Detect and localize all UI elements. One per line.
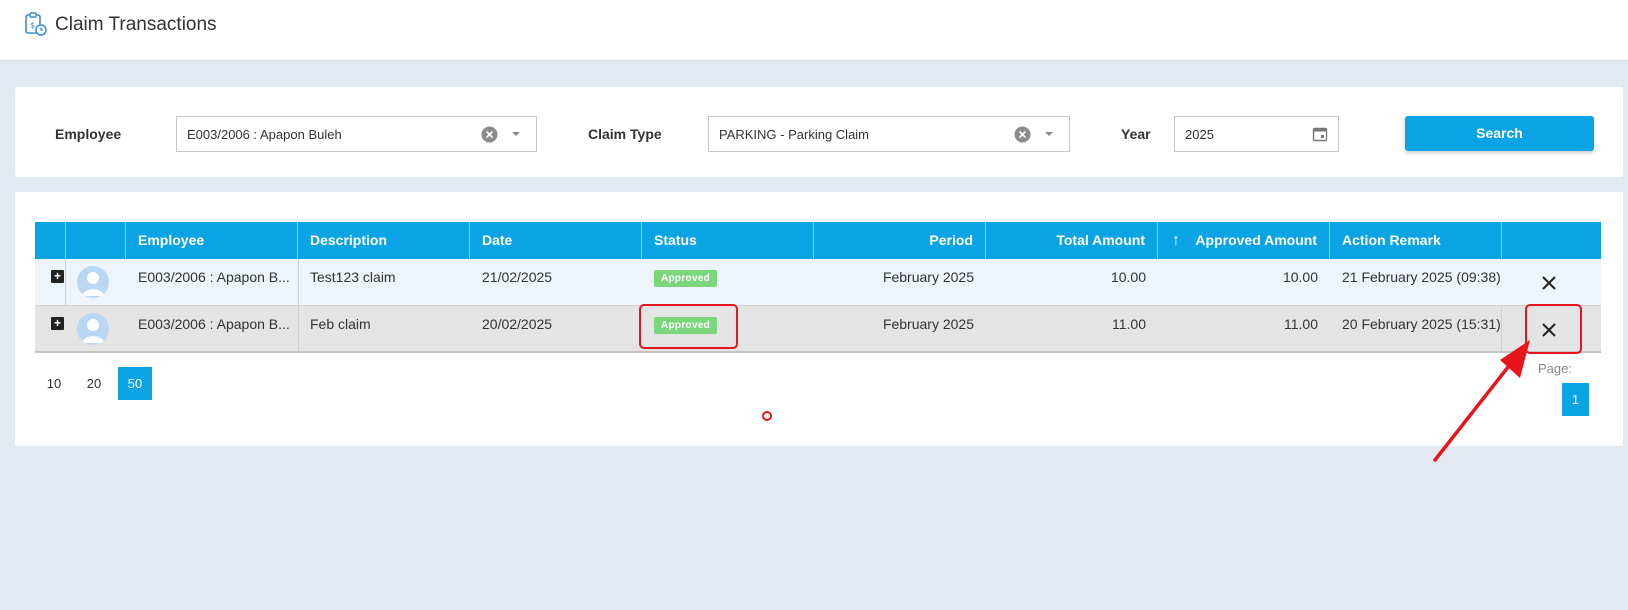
page-size-20[interactable]: 20	[77, 367, 111, 400]
avatar	[77, 266, 109, 298]
header-action-remark[interactable]: Action Remark	[1330, 222, 1502, 259]
cell-period: February 2025	[882, 316, 974, 332]
header-date[interactable]: Date	[470, 222, 642, 259]
cell-approved-amount: 10.00	[1282, 269, 1318, 285]
sort-asc-icon: ↑	[1172, 232, 1180, 249]
header-employee[interactable]: Employee	[126, 222, 298, 259]
header-approved-amount-cell[interactable]: ↑ Approved Amount	[1158, 222, 1330, 259]
expand-row-icon[interactable]: +	[51, 317, 64, 330]
year-input-value: 2025	[1185, 127, 1214, 142]
clipboard-clock-icon: $	[25, 12, 47, 36]
cell-status: Approved	[642, 259, 814, 305]
header-avatar-col	[66, 222, 126, 259]
header-description[interactable]: Description	[298, 222, 470, 259]
clear-icon[interactable]	[1014, 126, 1031, 143]
chevron-down-icon[interactable]	[509, 127, 523, 141]
cell-total-amount: 10.00	[1110, 269, 1146, 285]
annotation-click-marker	[762, 411, 772, 421]
page-title: Claim Transactions	[55, 14, 217, 35]
page-label: Page:	[1538, 361, 1572, 376]
header-expand-col	[35, 222, 66, 259]
header-total-amount[interactable]: Total Amount	[986, 222, 1158, 259]
page-size-10[interactable]: 10	[37, 367, 71, 400]
claim-type-label: Claim Type	[588, 126, 662, 142]
clear-icon[interactable]	[481, 126, 498, 143]
filter-panel: Employee E003/2006 : Apapon Buleh Claim …	[15, 87, 1623, 177]
header-action-col	[1502, 222, 1601, 259]
cell-total-amount: 11.00	[1112, 316, 1146, 332]
header-approved-amount: Approved Amount	[1195, 232, 1317, 248]
top-bar: $ Claim Transactions	[0, 0, 1628, 61]
avatar	[77, 313, 109, 345]
claims-grid-panel: Employee Description Date Status Period …	[15, 192, 1623, 446]
claim-type-select-value: PARKING - Parking Claim	[719, 127, 870, 142]
header-period[interactable]: Period	[814, 222, 986, 259]
year-input[interactable]: 2025	[1174, 116, 1339, 152]
cell-action-remark: 21 February 2025 (09:38) T	[1342, 269, 1502, 285]
employee-label: Employee	[55, 126, 122, 142]
cell-date: 20/02/2025	[482, 316, 553, 332]
employee-select[interactable]: E003/2006 : Apapon Buleh	[176, 116, 537, 152]
page-size-50[interactable]: 50	[118, 367, 152, 400]
header-status[interactable]: Status	[642, 222, 814, 259]
annotation-highlight-status	[639, 304, 738, 349]
table-row[interactable]: + E003/2006 : Apapon B... Test123 claim …	[35, 259, 1601, 306]
year-label: Year	[1121, 126, 1151, 142]
cell-date: 21/02/2025	[482, 269, 553, 285]
employee-select-value: E003/2006 : Apapon Buleh	[187, 127, 342, 142]
cell-approved-amount: 11.00	[1284, 316, 1318, 332]
page-number-1[interactable]: 1	[1562, 383, 1589, 416]
cell-description: Feb claim	[310, 316, 371, 332]
close-icon[interactable]	[1540, 274, 1558, 292]
table-row[interactable]: + E003/2006 : Apapon B... Feb claim 20/0…	[35, 306, 1601, 353]
claim-type-select[interactable]: PARKING - Parking Claim	[708, 116, 1070, 152]
chevron-down-icon[interactable]	[1042, 127, 1056, 141]
svg-text:$: $	[30, 21, 35, 30]
calendar-icon[interactable]	[1312, 126, 1328, 142]
cell-description: Test123 claim	[310, 269, 396, 285]
search-button[interactable]: Search	[1405, 116, 1594, 151]
annotation-arrow-icon	[1433, 340, 1530, 462]
table-header: Employee Description Date Status Period …	[35, 222, 1601, 259]
status-badge: Approved	[654, 270, 718, 287]
cell-period: February 2025	[882, 269, 974, 285]
